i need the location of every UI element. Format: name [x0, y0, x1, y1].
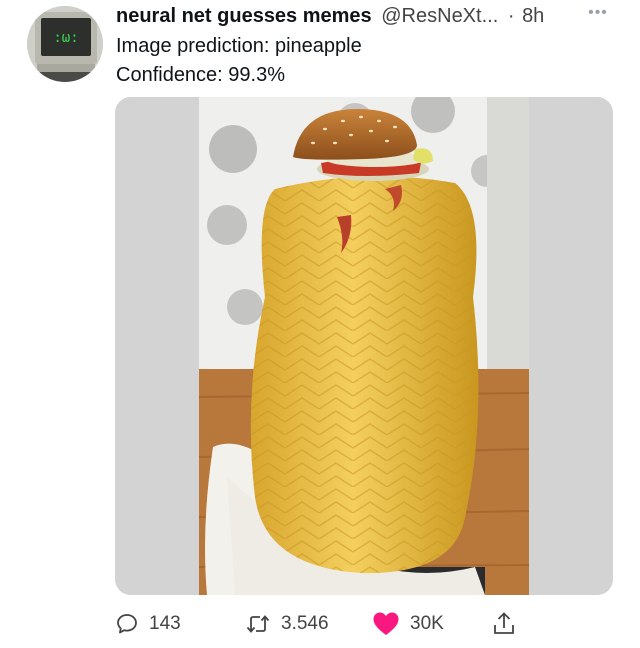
heart-icon [373, 612, 399, 635]
reply-count: 143 [149, 613, 181, 634]
tweet[interactable]: :ω: neural net guesses memes @ResNeXt...… [0, 0, 640, 648]
share-up-arrow-icon [494, 612, 514, 634]
retweet-arrows-icon [246, 615, 270, 633]
speech-bubble-icon [117, 614, 137, 634]
tweet-text-line-1: Image prediction: pineapple [116, 35, 362, 57]
share-button[interactable] [492, 604, 516, 644]
reply-button[interactable]: 143 [115, 604, 181, 644]
display-name[interactable]: neural net guesses memes [116, 5, 372, 27]
avatar[interactable]: :ω: [27, 6, 103, 82]
cheese-tower-burger-photo [115, 97, 613, 595]
separator-dot: · [507, 5, 515, 27]
more-icon: ••• [588, 4, 608, 21]
more-options-button[interactable]: ••• [578, 0, 618, 28]
like-count: 30K [410, 613, 444, 634]
like-button[interactable]: 30K [372, 604, 444, 644]
tweet-media-image[interactable] [115, 97, 613, 595]
retro-computer-smile-icon: :ω: [27, 6, 103, 82]
retweet-count: 3.546 [281, 613, 329, 634]
timestamp[interactable]: 8h [522, 5, 544, 27]
tweet-text-line-2: Confidence: 99.3% [116, 64, 286, 86]
user-handle[interactable]: @ResNeXt... [381, 5, 498, 27]
retweet-button[interactable]: 3.546 [245, 604, 329, 644]
svg-text::ω:: :ω: [53, 30, 78, 46]
tweet-header: neural net guesses memes @ResNeXt... · 8… [116, 2, 636, 30]
tweet-action-bar: 143 3.546 30K [0, 604, 640, 644]
